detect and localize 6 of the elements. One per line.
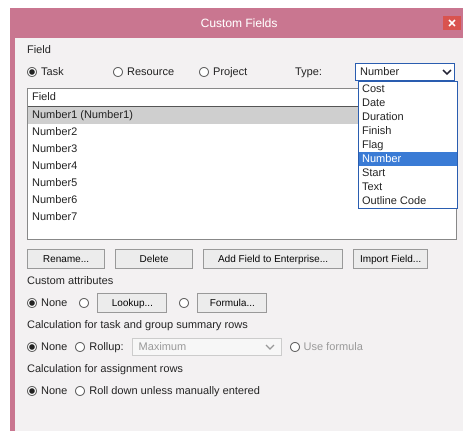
section-label: Field <box>27 44 52 56</box>
type-label: Type: <box>295 66 323 78</box>
window-title: Custom Fields <box>200 16 278 30</box>
section-label: Calculation for assignment rows <box>27 363 184 375</box>
section-label: Calculation for task and group summary rows <box>27 319 249 331</box>
section-label: Custom attributes <box>27 275 114 287</box>
